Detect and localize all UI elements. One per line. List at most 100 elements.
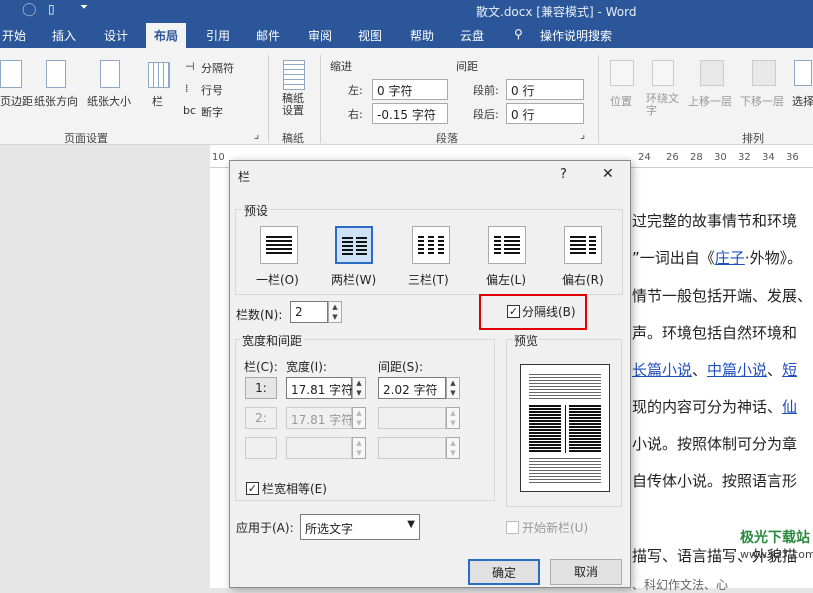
draft-paper-button[interactable]: 稿纸 设置 xyxy=(282,93,304,117)
space-after-input[interactable]: 0 行 xyxy=(506,103,584,124)
wrap-text-button: 环绕文字 xyxy=(646,92,679,117)
columns-button[interactable]: 栏 xyxy=(152,93,163,109)
column-spacing-spinner[interactable]: ▲ ▼ xyxy=(446,377,460,399)
dialog-launcher-icon[interactable]: ⌟ xyxy=(254,128,259,141)
preset-right[interactable] xyxy=(564,226,602,264)
dialog-launcher-icon[interactable]: ⌟ xyxy=(580,128,585,141)
tab-insert[interactable]: 插入 xyxy=(52,27,76,44)
preset-two-columns[interactable] xyxy=(335,226,373,264)
window-title: 散文.docx [兼容模式] - Word xyxy=(476,5,637,19)
column-width-spinner: ▲ ▼ xyxy=(352,407,366,429)
indent-right-label: 右: xyxy=(348,108,363,121)
autosave-icon[interactable]: ◯ xyxy=(22,2,37,17)
indent-left-input[interactable]: 0 字符 xyxy=(372,79,448,100)
margins-icon[interactable] xyxy=(0,60,22,88)
preset-left[interactable] xyxy=(488,226,526,264)
touch-mode-icon[interactable]: ▯ xyxy=(48,2,55,16)
column-spacing-input[interactable]: 2.02 字符 xyxy=(378,377,446,399)
ruler-number: 10 xyxy=(212,152,225,163)
tab-home[interactable]: 开始 xyxy=(2,27,26,44)
width-header: 宽度(I): xyxy=(286,360,327,374)
column-spacing-input xyxy=(378,407,446,429)
tab-view[interactable]: 视图 xyxy=(358,27,382,44)
column-spacing-spinner: ▲ ▼ xyxy=(446,437,460,459)
orientation-icon[interactable] xyxy=(46,60,66,88)
close-icon[interactable]: ✕ xyxy=(602,166,614,182)
size-button[interactable]: 纸张大小 xyxy=(87,93,131,109)
preset-three-columns[interactable] xyxy=(412,226,450,264)
preset-one-column[interactable] xyxy=(260,226,298,264)
preview-text-top xyxy=(529,373,601,401)
hyphenation-button[interactable]: 断字 xyxy=(201,104,223,120)
new-column-checkbox xyxy=(506,521,519,534)
column-number-button[interactable]: 1: xyxy=(245,377,277,399)
columns-dialog: 栏 ? ✕ 预设 一栏(O) 两栏(W) 三栏(T) 偏左(L) 偏右(R) 栏… xyxy=(229,160,631,588)
tab-layout[interactable]: 布局 xyxy=(146,23,187,50)
chevron-down-icon: ▼ xyxy=(407,519,415,530)
preset-right-label[interactable]: 偏右(R) xyxy=(562,271,604,288)
document-line: 现的内容可分为神话、仙 xyxy=(632,398,798,416)
selection-pane-icon[interactable] xyxy=(794,60,812,86)
space-before-input[interactable]: 0 行 xyxy=(506,79,584,100)
tab-help[interactable]: 帮助 xyxy=(410,27,434,44)
preset-left-label[interactable]: 偏左(L) xyxy=(486,271,526,288)
group-paragraph: 段落 xyxy=(436,132,458,145)
divider xyxy=(598,55,599,143)
watermark-logo: 极光下载站 www.xz7.com xyxy=(740,530,813,561)
ruler-number: 32 xyxy=(738,152,751,163)
preview-page xyxy=(520,364,610,492)
tab-cloud[interactable]: 云盘 xyxy=(460,27,484,44)
send-backward-button: 下移一层 xyxy=(740,95,784,108)
customize-toolbar-icon[interactable]: ⏷ xyxy=(80,2,88,13)
column-width-input: 17.81 字符 xyxy=(286,407,353,429)
separator-label[interactable]: 分隔线(B) xyxy=(522,303,576,320)
num-columns-label: 栏数(N): xyxy=(236,308,283,322)
breaks-button[interactable]: 分隔符 xyxy=(201,60,234,76)
paper-size-icon[interactable] xyxy=(100,60,120,88)
column-spacing-spinner: ▲ ▼ xyxy=(446,407,460,429)
separator-checkbox[interactable]: ✓ xyxy=(507,305,520,318)
tab-review[interactable]: 审阅 xyxy=(308,27,332,44)
ruler-number: 28 xyxy=(690,152,703,163)
draft-paper-icon[interactable] xyxy=(283,60,305,90)
indent-right-input[interactable]: -0.15 字符 xyxy=(372,103,448,124)
lightbulb-icon[interactable]: ⚲ xyxy=(514,27,523,41)
apply-to-select[interactable]: 所选文字 ▼ xyxy=(300,514,420,540)
preset-one-label[interactable]: 一栏(O) xyxy=(256,271,299,288)
tab-design[interactable]: 设计 xyxy=(104,27,128,44)
preset-three-label[interactable]: 三栏(T) xyxy=(408,271,449,288)
preview-text-bottom xyxy=(529,457,601,485)
line-numbers-icon: ⁞ xyxy=(185,82,189,95)
num-columns-input[interactable]: 2 xyxy=(290,301,328,323)
dialog-title: 栏 xyxy=(238,170,251,184)
help-button[interactable]: ? xyxy=(560,167,567,182)
tab-mailings[interactable]: 邮件 xyxy=(256,27,280,44)
preview-separator xyxy=(565,405,566,453)
indent-left-label: 左: xyxy=(348,84,363,97)
column-width-input[interactable]: 17.81 字符 xyxy=(286,377,353,399)
num-columns-spinner[interactable]: ▲ ▼ xyxy=(328,301,342,323)
line-numbers-button[interactable]: 行号 xyxy=(201,82,223,98)
orientation-button[interactable]: 纸张方向 xyxy=(34,93,78,109)
ok-button[interactable]: 确定 xyxy=(468,559,540,585)
cancel-button[interactable]: 取消 xyxy=(550,559,622,585)
document-line: 过完整的故事情节和环境 xyxy=(632,212,798,230)
document-line: 、科幻作文法、心 xyxy=(632,578,729,592)
spacing-title: 间距 xyxy=(456,60,478,73)
margins-button[interactable]: 页边距 xyxy=(0,93,33,109)
presets-title: 预设 xyxy=(242,202,271,219)
tab-references[interactable]: 引用 xyxy=(206,27,230,44)
equal-width-label[interactable]: 栏宽相等(E) xyxy=(262,480,327,497)
selection-button[interactable]: 选择 xyxy=(792,93,813,109)
bring-forward-icon xyxy=(700,60,724,86)
column-width-spinner: ▲ ▼ xyxy=(352,437,366,459)
document-line: 自传体小说。按照语言形 xyxy=(632,472,798,490)
tell-me-search[interactable]: 操作说明搜索 xyxy=(540,27,612,44)
wrap-text-icon xyxy=(652,60,674,86)
equal-width-checkbox[interactable]: ✓ xyxy=(246,482,259,495)
document-line: 情节一般包括开端、发展、 xyxy=(632,287,813,305)
preset-two-label[interactable]: 两栏(W) xyxy=(331,271,376,288)
columns-icon[interactable] xyxy=(148,62,170,88)
indent-title: 缩进 xyxy=(330,60,352,73)
column-width-spinner[interactable]: ▲ ▼ xyxy=(352,377,366,399)
